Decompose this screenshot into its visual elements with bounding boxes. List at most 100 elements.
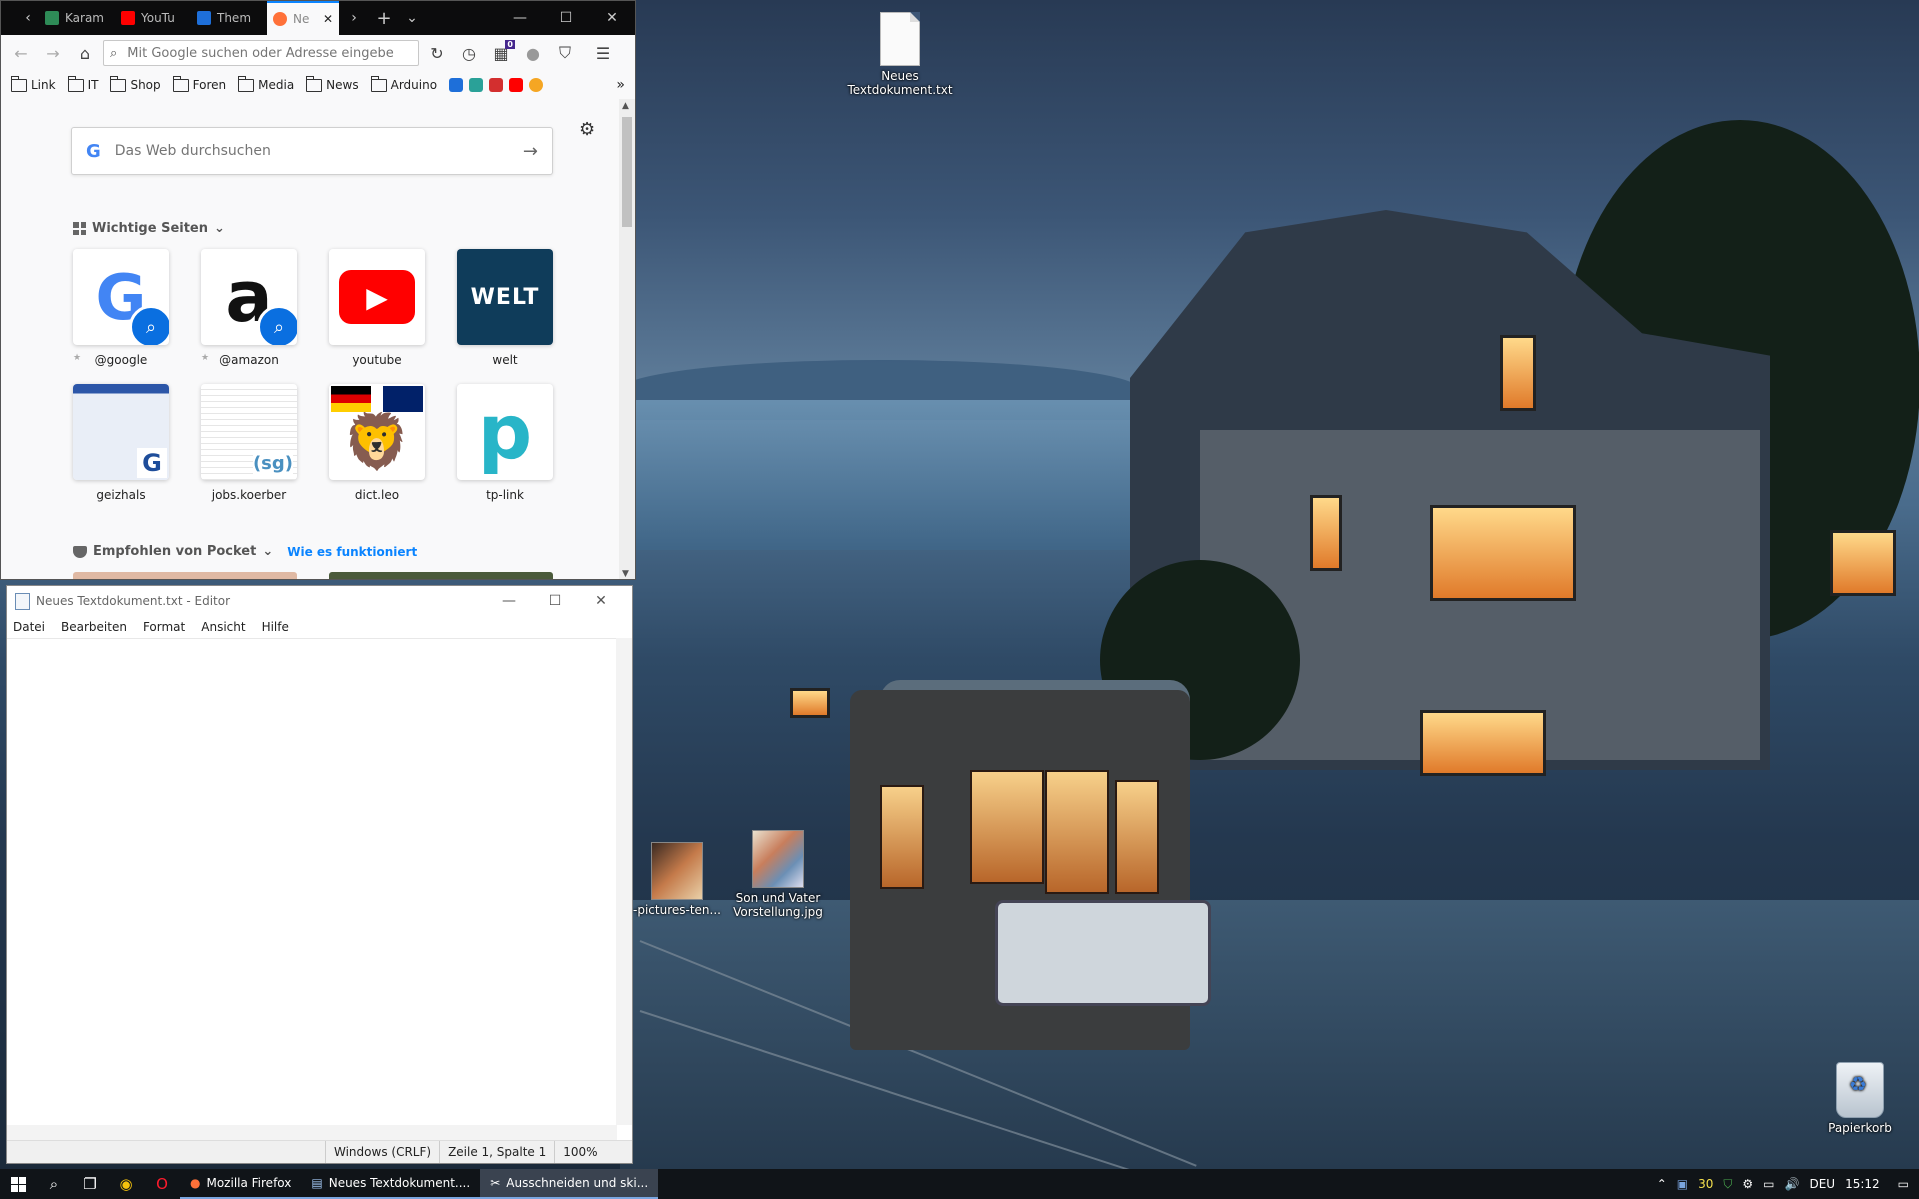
wallpaper-window <box>1420 710 1546 776</box>
tab-active[interactable]: Ne ✕ <box>267 1 339 35</box>
editor-textarea[interactable] <box>7 639 617 1126</box>
extension-icon[interactable]: ▦ 0 <box>487 39 515 67</box>
wallpaper-window <box>790 688 830 718</box>
chevron-down-icon: ⌄ <box>214 221 225 236</box>
forward-icon[interactable]: → <box>39 39 67 67</box>
urlbar-input[interactable] <box>125 44 412 62</box>
network-icon[interactable]: ▭ <box>1763 1177 1774 1191</box>
tab-scroll-left-icon[interactable]: ‹ <box>17 1 39 35</box>
taskbar-notepad[interactable]: ▤ Neues Textdokument.... <box>301 1169 481 1199</box>
task-view-icon[interactable]: ❐ <box>72 1169 108 1199</box>
text-editor-area[interactable] <box>7 638 617 1126</box>
how-it-works-link[interactable]: Wie es funktioniert <box>287 545 417 559</box>
clock[interactable]: 15:12 <box>1845 1177 1880 1191</box>
top-site-thumbnail: 🦁 <box>329 384 425 480</box>
scrollbar[interactable]: ▲ ▼ <box>619 99 635 579</box>
bookmark-folder[interactable]: Media <box>238 75 294 92</box>
scrollbar-thumb[interactable] <box>622 117 632 227</box>
close-tab-icon[interactable]: ✕ <box>323 12 333 26</box>
bookmark-folder[interactable]: Link <box>11 75 56 92</box>
bookmark-favicon-icon[interactable] <box>469 78 484 92</box>
top-site-tile[interactable]: ▶ youtube <box>329 249 425 367</box>
new-tab-icon[interactable]: + <box>369 1 399 35</box>
show-hidden-icons-icon[interactable]: ⌃ <box>1657 1177 1667 1191</box>
tray-counter[interactable]: 30 <box>1698 1177 1713 1191</box>
top-site-tile[interactable]: a ⌕ ★ @amazon <box>201 249 297 367</box>
opera-icon[interactable]: O <box>144 1169 180 1199</box>
taskbar-firefox[interactable]: ● Mozilla Firefox <box>180 1169 302 1199</box>
volume-icon[interactable]: 🔊 <box>1785 1177 1800 1191</box>
top-sites-header[interactable]: Wichtige Seiten ⌄ <box>73 221 225 236</box>
top-site-tile[interactable]: p tp-link <box>457 384 553 502</box>
reload-icon[interactable]: ↻ <box>423 39 451 67</box>
gear-icon[interactable]: ⚙ <box>579 119 595 140</box>
bookmark-favicon-icon[interactable] <box>529 78 544 92</box>
minimize-icon[interactable]: — <box>486 593 532 609</box>
top-site-tile[interactable]: WELT welt <box>457 249 553 367</box>
youtube-bookmark-icon[interactable] <box>509 78 524 92</box>
tab[interactable]: YouTu <box>115 1 191 35</box>
chrome-icon[interactable]: ◉ <box>108 1169 144 1199</box>
urlbar[interactable]: ⌕ <box>103 40 419 66</box>
notifications-icon[interactable]: ▭ <box>1898 1177 1909 1191</box>
tray-app-icon[interactable]: ▣ <box>1677 1177 1688 1191</box>
menu-datei[interactable]: Datei <box>13 620 45 634</box>
notepad-titlebar[interactable]: Neues Textdokument.txt - Editor — ☐ ✕ <box>7 586 632 616</box>
menu-bearbeiten[interactable]: Bearbeiten <box>61 620 127 634</box>
top-site-tile[interactable]: G geizhals <box>73 384 169 502</box>
home-icon[interactable]: ⌂ <box>71 39 99 67</box>
taskbar-snipping-tool[interactable]: ✂ Ausschneiden und ski... <box>480 1169 659 1199</box>
desktop-icon-jpg[interactable]: Son und Vater Vorstellung.jpg <box>730 830 826 919</box>
german-flag-icon <box>331 386 371 412</box>
back-icon[interactable]: ← <box>7 39 35 67</box>
search-submit-icon[interactable]: → <box>523 141 538 162</box>
bookmark-favicon-icon[interactable] <box>449 78 464 92</box>
desktop-icon-recycle-bin[interactable]: Papierkorb <box>1820 1062 1900 1135</box>
extension-circle-icon[interactable]: ● <box>519 39 547 67</box>
tab[interactable]: Them <box>191 1 267 35</box>
wallpaper-street <box>620 900 1919 1170</box>
bookmark-folder[interactable]: Foren <box>172 75 226 92</box>
maximize-icon[interactable]: ☐ <box>532 593 578 609</box>
tray-settings-icon[interactable]: ⚙ <box>1742 1177 1753 1191</box>
tab-list-icon[interactable]: ⌄ <box>399 1 425 35</box>
pocket-header[interactable]: Empfohlen von Pocket ⌄ Wie es funktionie… <box>73 544 417 559</box>
language-indicator[interactable]: DEU <box>1809 1177 1835 1191</box>
tab[interactable]: Karam <box>39 1 115 35</box>
desktop-icon-pictures[interactable]: -pictures-ten... <box>632 842 722 917</box>
pocket-card[interactable] <box>73 572 297 579</box>
shield-icon[interactable]: ⛉ <box>551 39 579 67</box>
tray-shield-icon[interactable]: ⛉ <box>1723 1177 1732 1192</box>
pocket-card[interactable] <box>329 572 553 579</box>
tab-scroll-right-icon[interactable]: › <box>339 1 369 35</box>
scroll-down-icon[interactable]: ▼ <box>622 569 629 579</box>
more-bookmarks-icon[interactable]: » <box>616 77 625 93</box>
leo-lion-icon: 🦁 <box>343 410 411 473</box>
bookmark-folder[interactable]: IT <box>67 75 98 92</box>
top-site-tile[interactable]: G ⌕ ★ @google <box>73 249 169 367</box>
top-site-tile[interactable]: (sg) jobs.koerber <box>201 384 297 502</box>
close-icon[interactable]: ✕ <box>578 593 624 609</box>
history-icon[interactable]: ◷ <box>455 39 483 67</box>
menu-icon[interactable]: ☰ <box>589 39 617 67</box>
bookmark-favicon-icon[interactable] <box>489 78 504 92</box>
bookmark-folder[interactable]: News <box>306 75 359 92</box>
notepad-icon <box>15 592 30 610</box>
web-search-box[interactable]: G → <box>71 127 553 175</box>
scroll-up-icon[interactable]: ▲ <box>622 101 629 111</box>
horizontal-scrollbar[interactable] <box>7 1125 617 1141</box>
top-site-tile[interactable]: 🦁 dict.leo <box>329 384 425 502</box>
bookmark-folder[interactable]: Shop <box>110 75 161 92</box>
maximize-icon[interactable]: ☐ <box>543 1 589 35</box>
web-search-input[interactable] <box>112 142 523 160</box>
search-icon[interactable]: ⌕ <box>36 1169 72 1199</box>
menu-ansicht[interactable]: Ansicht <box>201 620 245 634</box>
desktop-icon-textfile[interactable]: Neues Textdokument.txt <box>845 12 955 97</box>
menu-format[interactable]: Format <box>143 620 185 634</box>
vertical-scrollbar[interactable] <box>616 638 632 1125</box>
start-button[interactable] <box>0 1169 36 1199</box>
minimize-icon[interactable]: — <box>497 1 543 35</box>
bookmark-folder[interactable]: Arduino <box>370 75 437 92</box>
menu-hilfe[interactable]: Hilfe <box>262 620 289 634</box>
close-icon[interactable]: ✕ <box>589 1 635 35</box>
